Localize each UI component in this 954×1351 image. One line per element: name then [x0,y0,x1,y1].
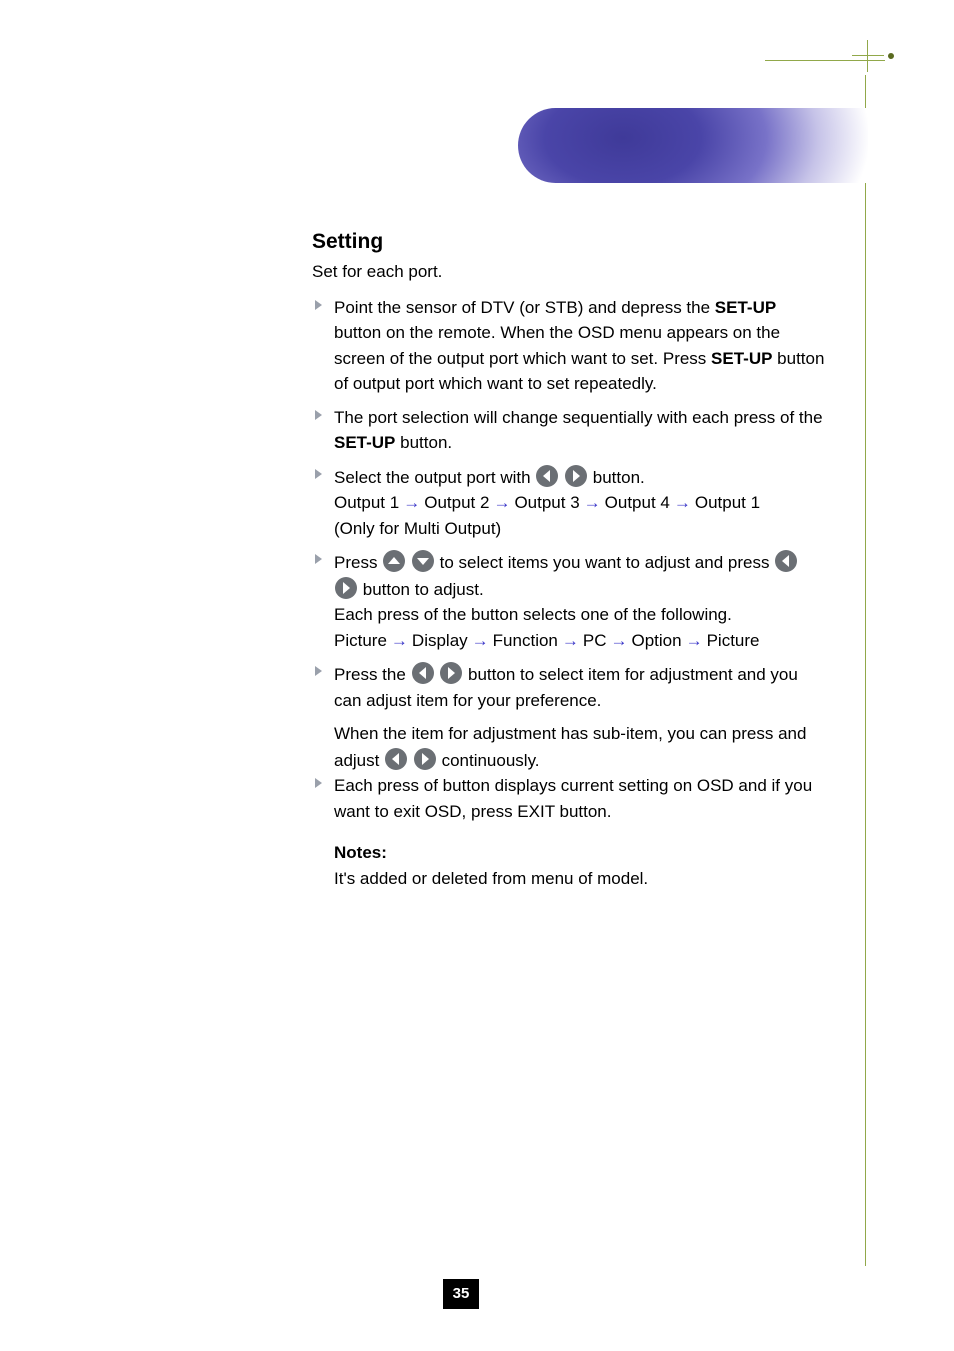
step-5-continued: When the item for adjustment has sub-ite… [310,721,825,773]
bullet-icon [314,468,324,480]
step-3: Select the output port with button. Outp… [310,464,825,542]
bullet-icon [314,299,324,311]
bullet-icon [314,665,324,677]
step-5-text-d: continuously. [442,751,540,770]
crop-mark-dot [888,53,894,59]
step-1-bold-b: SET-UP [711,349,772,368]
arrow-sep-icon: → [670,490,695,516]
step-5: Press the button to select item for adju… [310,661,825,713]
step-1-bold-a: SET-UP [715,298,776,317]
step-4-seq1: Display [412,631,468,650]
crop-mark-corner [852,40,884,72]
step-4-text-a: Press [334,553,382,572]
right-arrow-button-icon [334,576,358,600]
arrow-sep-icon: → [682,628,707,654]
step-1: Point the sensor of DTV (or STB) and dep… [310,295,825,397]
step-4-seq0: Picture [334,631,387,650]
step-3-text-b: button. [593,468,645,487]
right-arrow-button-icon [413,747,437,771]
section-desc: Set for each port. [312,260,825,285]
arrow-sep-icon: → [387,628,412,654]
side-rule [865,75,866,1266]
arrow-sep-icon: → [558,628,583,654]
right-arrow-button-icon [564,464,588,488]
arrow-sep-icon: → [607,628,632,654]
step-2-bold-a: SET-UP [334,433,395,452]
step-3-text-a: Select the output port with [334,468,535,487]
notes-label: Notes: [334,843,387,862]
step-3-seq2: Output 3 [514,493,579,512]
left-arrow-button-icon [384,747,408,771]
step-3-seq1: Output 2 [424,493,489,512]
step-4-seq3: PC [583,631,607,650]
content-block: Setting Set for each port. Point the sen… [310,230,825,891]
left-arrow-button-icon [774,549,798,573]
left-arrow-button-icon [535,464,559,488]
step-2-text-b: button. [395,433,452,452]
right-arrow-button-icon [439,661,463,685]
up-arrow-button-icon [382,549,406,573]
step-2: The port selection will change sequentia… [310,405,825,456]
arrow-sep-icon: → [580,490,605,516]
step-4-text-b: to select items you want to adjust and p… [440,553,775,572]
step-4-seq4: Option [632,631,682,650]
arrow-sep-icon: → [489,490,514,516]
arrow-sep-icon: → [468,628,493,654]
step-4-text-d: Each press of the button selects one of … [334,605,732,624]
step-3-seq4: Output 1 [695,493,760,512]
step-4: Press to select items you want to adjust… [310,549,825,653]
notes-text: It's added or deleted from menu of model… [334,869,648,888]
notes-block: Notes: It's added or deleted from menu o… [310,840,825,891]
step-4-seq2: Function [493,631,558,650]
arrow-sep-icon: → [399,490,424,516]
step-3-seq0: Output 1 [334,493,399,512]
bullet-icon [314,553,324,565]
step-3-note: (Only for Multi Output) [334,519,501,538]
step-1-text-a: Point the sensor of DTV (or STB) and dep… [334,298,715,317]
down-arrow-button-icon [411,549,435,573]
left-arrow-button-icon [411,661,435,685]
page-number: 35 [443,1279,479,1309]
step-6-text: Each press of button displays current se… [334,776,812,821]
bullet-icon [314,409,324,421]
step-4-text-c: button to adjust. [363,580,484,599]
step-6: Each press of button displays current se… [310,773,825,824]
step-4-seq5: Picture [707,631,760,650]
step-5-text-a: Press the [334,665,411,684]
bullet-icon [314,777,324,789]
step-2-text-a: The port selection will change sequentia… [334,408,823,427]
section-title: Setting [312,230,825,254]
banner-decoration [518,108,868,183]
step-3-seq3: Output 4 [605,493,670,512]
